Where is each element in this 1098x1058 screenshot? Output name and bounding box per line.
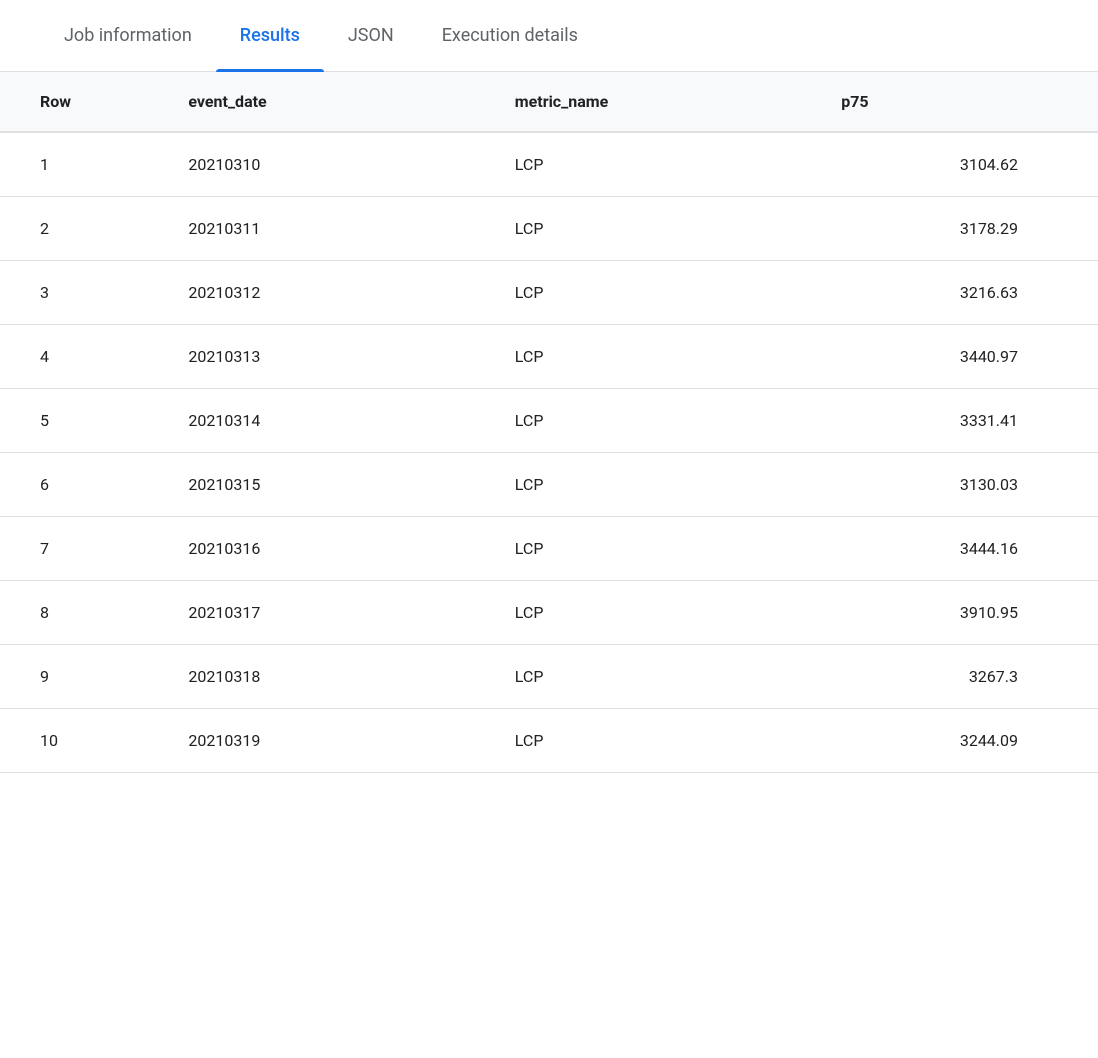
table-cell-row1-col4: 3104.62 <box>801 132 1098 197</box>
table-cell-row10-col1: 10 <box>0 709 148 773</box>
table-cell-row3-col3: LCP <box>475 261 801 325</box>
tab-execution-details[interactable]: Execution details <box>418 0 602 72</box>
table-row: 520210314LCP3331.41 <box>0 389 1098 453</box>
col-header-metric-name: metric_name <box>475 72 801 132</box>
table-header: Row event_date metric_name p75 <box>0 72 1098 132</box>
table-row: 320210312LCP3216.63 <box>0 261 1098 325</box>
table-cell-row4-col4: 3440.97 <box>801 325 1098 389</box>
table-cell-row9-col4: 3267.3 <box>801 645 1098 709</box>
table-cell-row4-col3: LCP <box>475 325 801 389</box>
table-cell-row6-col4: 3130.03 <box>801 453 1098 517</box>
table-cell-row2-col3: LCP <box>475 197 801 261</box>
table-cell-row1-col2: 20210310 <box>148 132 474 197</box>
table-cell-row8-col1: 8 <box>0 581 148 645</box>
results-table-wrapper: Row event_date metric_name p75 120210310… <box>0 72 1098 773</box>
col-header-row: Row <box>0 72 148 132</box>
table-cell-row1-col3: LCP <box>475 132 801 197</box>
table-cell-row6-col2: 20210315 <box>148 453 474 517</box>
table-row: 720210316LCP3444.16 <box>0 517 1098 581</box>
table-cell-row10-col3: LCP <box>475 709 801 773</box>
table-cell-row7-col3: LCP <box>475 517 801 581</box>
table-cell-row1-col1: 1 <box>0 132 148 197</box>
results-table: Row event_date metric_name p75 120210310… <box>0 72 1098 773</box>
table-row: 820210317LCP3910.95 <box>0 581 1098 645</box>
table-row: 620210315LCP3130.03 <box>0 453 1098 517</box>
col-header-p75: p75 <box>801 72 1098 132</box>
table-cell-row10-col2: 20210319 <box>148 709 474 773</box>
tabs-bar: Job information Results JSON Execution d… <box>0 0 1098 72</box>
table-cell-row3-col1: 3 <box>0 261 148 325</box>
tab-execution-details-label: Execution details <box>442 25 578 46</box>
table-header-row: Row event_date metric_name p75 <box>0 72 1098 132</box>
table-cell-row7-col1: 7 <box>0 517 148 581</box>
table-cell-row2-col2: 20210311 <box>148 197 474 261</box>
tab-job-information[interactable]: Job information <box>40 0 216 72</box>
col-header-event-date: event_date <box>148 72 474 132</box>
table-row: 1020210319LCP3244.09 <box>0 709 1098 773</box>
table-cell-row5-col1: 5 <box>0 389 148 453</box>
table-cell-row2-col1: 2 <box>0 197 148 261</box>
table-cell-row6-col1: 6 <box>0 453 148 517</box>
table-cell-row10-col4: 3244.09 <box>801 709 1098 773</box>
tab-job-information-label: Job information <box>64 25 192 46</box>
table-cell-row9-col3: LCP <box>475 645 801 709</box>
table-cell-row4-col1: 4 <box>0 325 148 389</box>
tab-results-label: Results <box>240 25 300 46</box>
table-cell-row8-col4: 3910.95 <box>801 581 1098 645</box>
table-cell-row7-col2: 20210316 <box>148 517 474 581</box>
table-cell-row3-col4: 3216.63 <box>801 261 1098 325</box>
table-cell-row9-col2: 20210318 <box>148 645 474 709</box>
table-cell-row6-col3: LCP <box>475 453 801 517</box>
table-row: 420210313LCP3440.97 <box>0 325 1098 389</box>
table-cell-row7-col4: 3444.16 <box>801 517 1098 581</box>
table-row: 920210318LCP3267.3 <box>0 645 1098 709</box>
table-cell-row5-col2: 20210314 <box>148 389 474 453</box>
table-cell-row9-col1: 9 <box>0 645 148 709</box>
table-row: 120210310LCP3104.62 <box>0 132 1098 197</box>
table-cell-row2-col4: 3178.29 <box>801 197 1098 261</box>
table-row: 220210311LCP3178.29 <box>0 197 1098 261</box>
table-body: 120210310LCP3104.62220210311LCP3178.2932… <box>0 132 1098 773</box>
tab-json-label: JSON <box>348 25 394 46</box>
table-cell-row8-col3: LCP <box>475 581 801 645</box>
table-cell-row4-col2: 20210313 <box>148 325 474 389</box>
table-cell-row3-col2: 20210312 <box>148 261 474 325</box>
table-cell-row5-col4: 3331.41 <box>801 389 1098 453</box>
table-cell-row5-col3: LCP <box>475 389 801 453</box>
tab-results[interactable]: Results <box>216 0 324 72</box>
tab-json[interactable]: JSON <box>324 0 418 72</box>
table-cell-row8-col2: 20210317 <box>148 581 474 645</box>
